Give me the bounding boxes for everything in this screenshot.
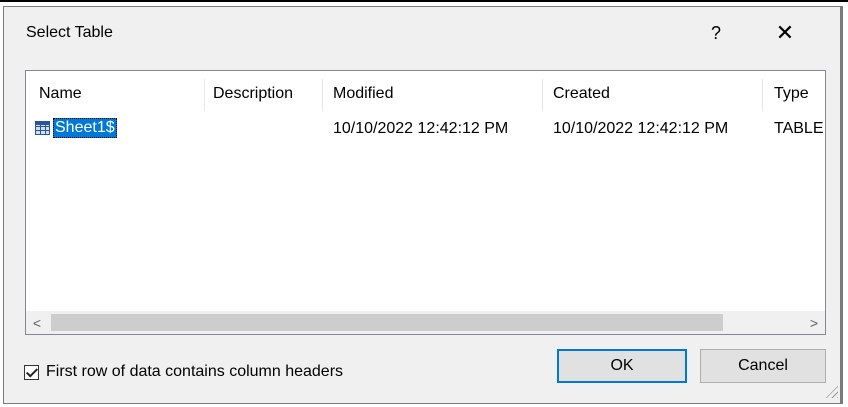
column-header-modified[interactable]: Modified bbox=[333, 85, 393, 103]
top-border-line bbox=[0, 0, 848, 2]
column-divider[interactable] bbox=[322, 79, 323, 111]
first-row-headers-checkbox[interactable] bbox=[24, 364, 39, 380]
ok-button[interactable]: OK bbox=[557, 349, 687, 383]
column-header-description[interactable]: Description bbox=[213, 85, 293, 103]
scrollbar-thumb[interactable] bbox=[51, 314, 723, 331]
row-name[interactable]: Sheet1$ bbox=[53, 118, 117, 138]
dialog-title: Select Table bbox=[26, 24, 113, 41]
table-row[interactable]: Sheet1$ 10/10/2022 12:42:12 PM 10/10/202… bbox=[26, 117, 825, 139]
column-header-type[interactable]: Type bbox=[774, 85, 809, 103]
column-header-name[interactable]: Name bbox=[39, 85, 82, 103]
list-header: Name Description Modified Created Type bbox=[26, 71, 825, 117]
row-created: 10/10/2022 12:42:12 PM bbox=[553, 120, 729, 137]
table-list[interactable]: Name Description Modified Created Type S… bbox=[25, 70, 826, 335]
row-type: TABLE bbox=[774, 120, 824, 137]
close-button[interactable]: ✕ bbox=[760, 14, 810, 52]
help-button[interactable]: ? bbox=[693, 14, 739, 52]
first-row-headers-option[interactable]: First row of data contains column header… bbox=[24, 363, 343, 381]
column-divider[interactable] bbox=[204, 79, 205, 111]
horizontal-scrollbar[interactable]: < > bbox=[26, 311, 825, 334]
chevron-left-icon: < bbox=[32, 314, 42, 331]
dialog-edge bbox=[841, 6, 843, 404]
scroll-left-button[interactable]: < bbox=[26, 311, 48, 334]
table-icon bbox=[35, 121, 50, 135]
column-divider[interactable] bbox=[762, 79, 763, 111]
column-divider[interactable] bbox=[542, 79, 543, 111]
column-header-created[interactable]: Created bbox=[553, 85, 610, 103]
first-row-headers-label[interactable]: First row of data contains column header… bbox=[46, 363, 343, 381]
chevron-right-icon: > bbox=[809, 314, 819, 331]
cancel-button[interactable]: Cancel bbox=[700, 349, 826, 383]
scroll-right-button[interactable]: > bbox=[803, 311, 825, 334]
close-icon: ✕ bbox=[775, 20, 795, 45]
row-name-cell[interactable]: Sheet1$ bbox=[35, 117, 117, 139]
row-modified: 10/10/2022 12:42:12 PM bbox=[333, 120, 509, 137]
